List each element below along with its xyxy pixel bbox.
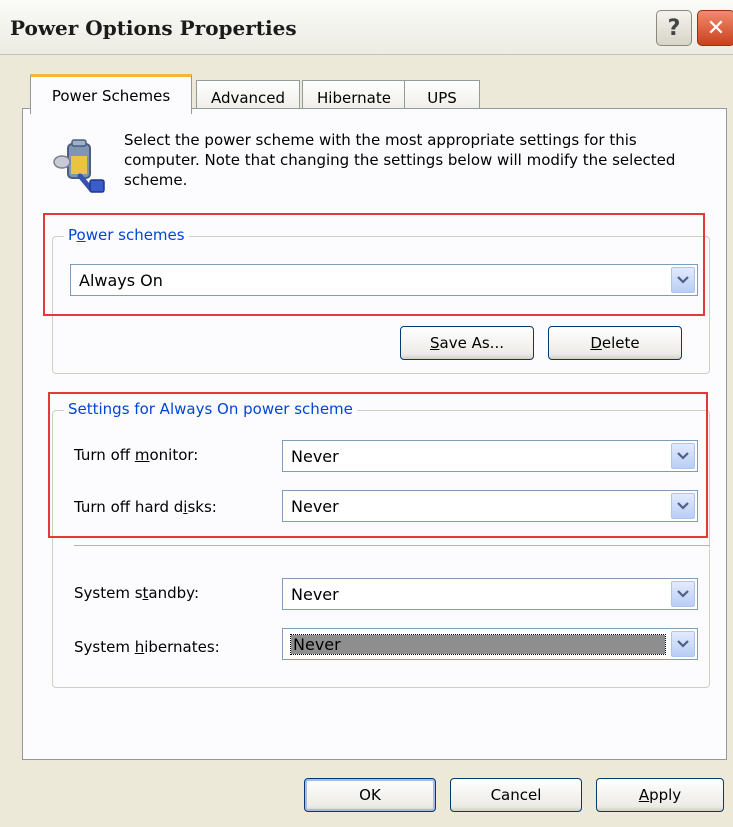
apply-button[interactable]: Apply (596, 778, 724, 812)
close-icon: ✕ (706, 15, 726, 41)
tab-label: Advanced (210, 88, 286, 107)
intro-text: Select the power scheme with the most ap… (124, 131, 676, 189)
window-title: Power Options Properties (10, 16, 297, 40)
chevron-down-icon[interactable] (671, 581, 695, 607)
ok-button[interactable]: OK (304, 778, 436, 812)
close-button[interactable]: ✕ (697, 10, 733, 46)
delete-button[interactable]: Delete (548, 326, 682, 360)
button-label: Apply (638, 786, 682, 804)
hibernates-select[interactable]: Never (282, 628, 698, 660)
question-mark-icon: ? (667, 15, 681, 41)
tab-power-schemes[interactable]: Power Schemes (30, 74, 192, 114)
highlight-box (48, 392, 708, 538)
save-as-button[interactable]: Save As... (400, 326, 534, 360)
hibernates-label: System hibernates: (74, 638, 220, 656)
tab-label: UPS (427, 88, 457, 107)
cancel-button[interactable]: Cancel (450, 778, 582, 812)
button-label: Delete (590, 334, 640, 352)
help-button[interactable]: ? (656, 10, 692, 46)
button-label: OK (359, 786, 381, 804)
standby-select[interactable]: Never (282, 578, 698, 610)
select-value: Never (291, 584, 339, 604)
button-label: Cancel (490, 786, 542, 804)
highlight-box (43, 213, 705, 316)
tab-label: Power Schemes (51, 86, 171, 105)
tab-label: Hibernate (317, 88, 391, 107)
power-battery-icon (53, 139, 105, 193)
chevron-down-icon[interactable] (671, 631, 695, 657)
select-value: Never (290, 633, 666, 655)
title-bar: Power Options Properties ? ✕ (0, 0, 733, 55)
button-label: Save As... (430, 334, 504, 352)
divider (74, 545, 710, 549)
standby-label: System standby: (74, 584, 200, 602)
